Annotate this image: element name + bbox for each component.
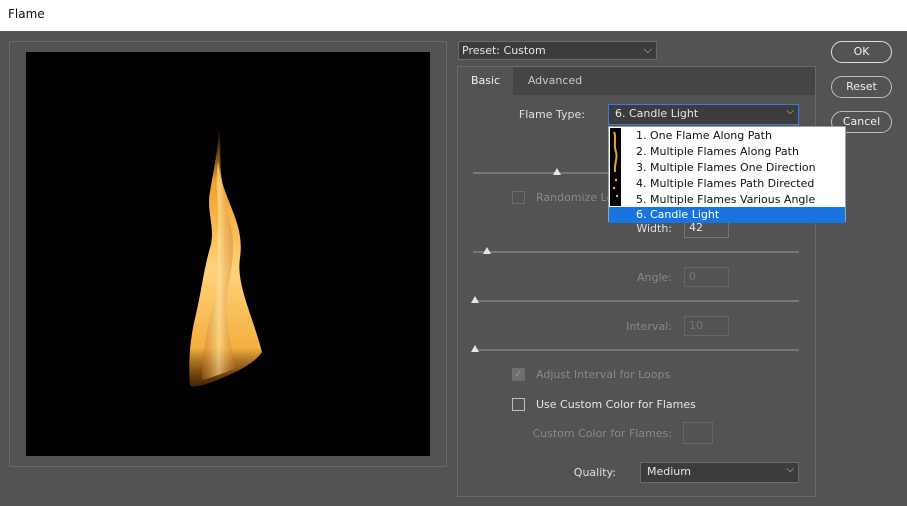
chevron-down-icon: ⌵: [786, 464, 794, 475]
flame-type-option-3[interactable]: 3. Multiple Flames One Direction: [609, 160, 845, 176]
flame-type-option-6[interactable]: 6. Candle Light: [609, 207, 845, 223]
flame-type-dropdown: 1. One Flame Along Path 2. Multiple Flam…: [608, 126, 846, 223]
custom-color-swatch[interactable]: [683, 422, 713, 444]
flame-type-select[interactable]: 6. Candle Light ⌵: [608, 104, 799, 125]
quality-value: Medium: [647, 465, 691, 478]
flame-type-option-2[interactable]: 2. Multiple Flames Along Path: [609, 144, 845, 160]
interval-slider-thumb[interactable]: [471, 345, 479, 352]
interval-slider[interactable]: [473, 349, 799, 351]
custom-color-swatch-label: Custom Color for Flames:: [532, 427, 672, 440]
tab-bar: Basic Advanced: [458, 67, 815, 95]
flame-type-option-1[interactable]: 1. One Flame Along Path: [609, 128, 845, 144]
window-title: Flame: [8, 7, 45, 21]
flame-image: [189, 128, 262, 387]
custom-color-checkbox[interactable]: [512, 398, 525, 411]
preset-value: Custom: [503, 44, 546, 57]
flame-type-option-4[interactable]: 4. Multiple Flames Path Directed: [609, 176, 845, 192]
angle-input[interactable]: 0: [684, 267, 729, 287]
flame-type-value: 6. Candle Light: [615, 107, 699, 120]
width-slider[interactable]: [473, 251, 799, 253]
reset-button[interactable]: Reset: [831, 76, 892, 98]
quality-select[interactable]: Medium ⌵: [640, 462, 799, 483]
preset-label: Preset:: [462, 44, 501, 57]
chevron-down-icon: ⌵: [786, 106, 794, 117]
randomize-label: Randomize Le: [536, 191, 614, 204]
chevron-down-icon: ⌵: [643, 43, 652, 56]
flame-preview: [26, 52, 430, 456]
angle-label: Angle:: [636, 271, 672, 284]
flame-type-label: Flame Type:: [518, 108, 585, 121]
adjust-interval-label: Adjust Interval for Loops: [536, 368, 671, 381]
interval-label: Interval:: [626, 320, 672, 333]
length-slider[interactable]: [473, 172, 608, 174]
interval-input[interactable]: 10: [684, 316, 729, 336]
angle-slider-thumb[interactable]: [471, 296, 479, 303]
ok-button[interactable]: OK: [831, 41, 892, 63]
tab-basic[interactable]: Basic: [458, 67, 513, 95]
length-slider-thumb[interactable]: [553, 168, 561, 175]
quality-label: Quality:: [573, 466, 616, 479]
width-slider-thumb[interactable]: [483, 247, 491, 254]
width-label: Width:: [636, 222, 672, 235]
preset-select[interactable]: Preset: Custom ⌵: [458, 41, 657, 60]
randomize-checkbox[interactable]: [512, 191, 525, 204]
tab-advanced[interactable]: Advanced: [515, 67, 595, 95]
adjust-interval-checkbox[interactable]: ✓: [512, 368, 525, 381]
angle-slider[interactable]: [473, 300, 799, 302]
title-bar: Flame: [0, 0, 907, 31]
custom-color-label: Use Custom Color for Flames: [536, 398, 696, 411]
flame-type-option-5[interactable]: 5. Multiple Flames Various Angle: [609, 192, 845, 208]
